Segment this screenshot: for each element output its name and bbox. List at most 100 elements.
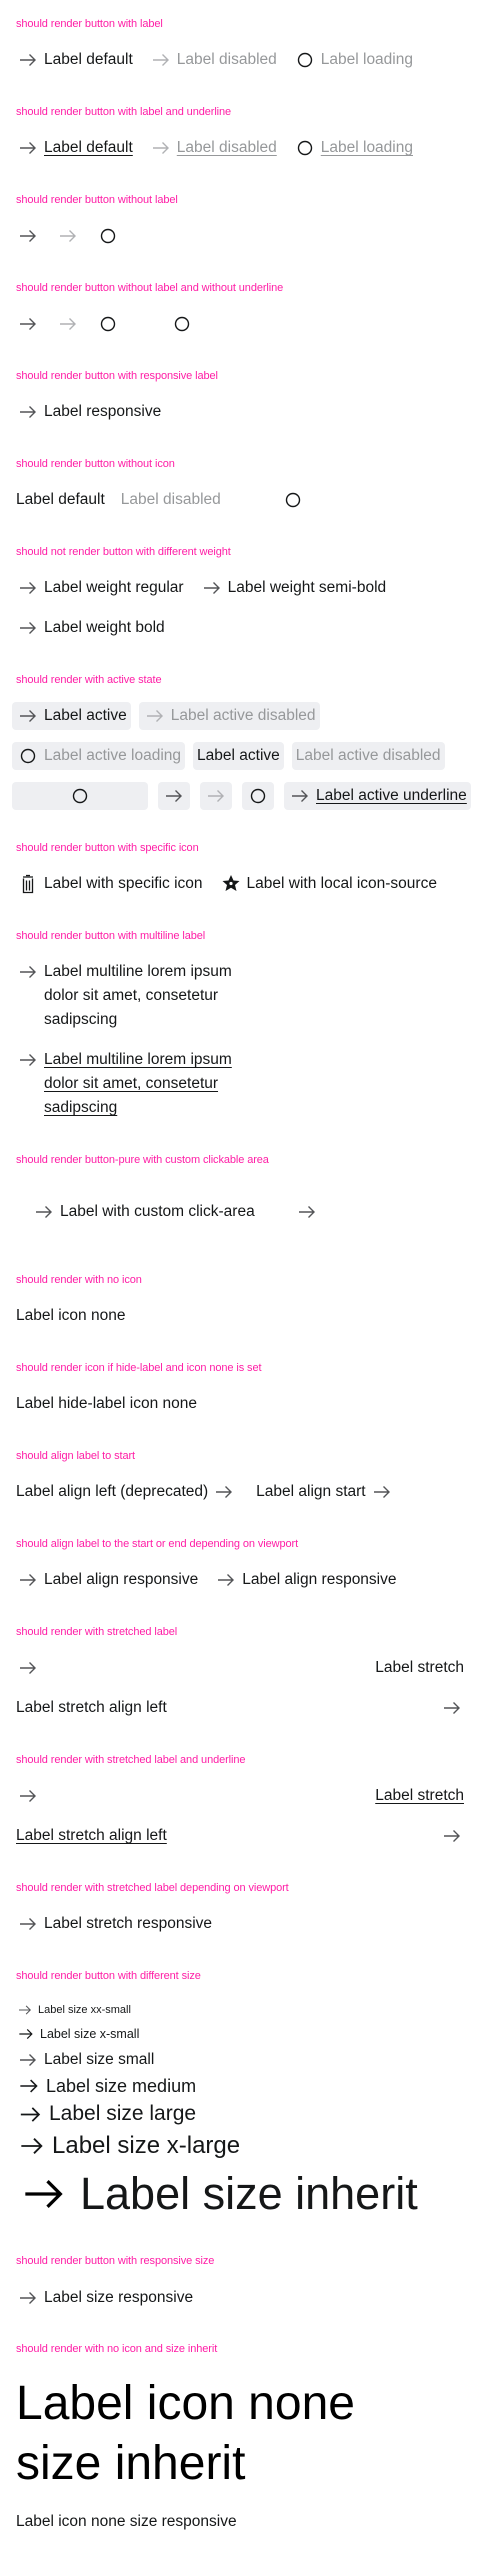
label-active-button[interactable]: Label active: [12, 702, 131, 730]
custom-click-area-icon-button[interactable]: [295, 1200, 319, 1224]
weight-bold-button[interactable]: Label weight bold: [16, 616, 165, 640]
size-xx-small-button[interactable]: Label size xx-small: [16, 2001, 131, 2019]
button-row: Label stretch align left: [16, 1824, 464, 1848]
arrow-right-icon: [200, 576, 224, 600]
size-large-button[interactable]: Label size large: [16, 2099, 196, 2129]
active-icon-button-loading[interactable]: [242, 782, 274, 810]
section-heading: should align label to start: [16, 1450, 135, 1462]
button-row: Label size xx-small: [16, 2001, 131, 2019]
size-small-button[interactable]: Label size small: [16, 2048, 154, 2072]
multiline-button[interactable]: Label multiline lorem ipsum dolor sit am…: [16, 960, 244, 1032]
section-heading: should render button with responsive lab…: [16, 370, 218, 382]
label-active-disabled-no-icon-button[interactable]: Label active disabled: [291, 742, 445, 770]
button-row: Label active underline: [12, 782, 471, 810]
icon-none-button[interactable]: Label icon none: [16, 1304, 125, 1328]
weight-semibold-button[interactable]: Label weight semi-bold: [200, 576, 387, 600]
button-label: Label multiline lorem ipsum dolor sit am…: [44, 963, 232, 1028]
button-label: Label weight bold: [44, 619, 165, 636]
align-start-button[interactable]: Label align start: [256, 1480, 393, 1504]
label-active-loading-button[interactable]: Label active loading: [12, 742, 186, 770]
active-icon-button[interactable]: [158, 782, 190, 810]
active-icon-button-disabled[interactable]: [200, 782, 232, 810]
align-left-button[interactable]: Label align left (deprecated): [16, 1480, 236, 1504]
button-label: Label icon none size responsive: [16, 2513, 237, 2530]
button-row: Label size medium: [16, 2073, 196, 2099]
stretch-align-left-underline-button[interactable]: Label stretch align left: [16, 1824, 464, 1848]
spinner-icon: [281, 488, 305, 512]
label-loading-button[interactable]: Label loading: [293, 48, 413, 72]
icon-button-disabled[interactable]: [56, 312, 80, 336]
section-heading: should align label to the start or end d…: [16, 1538, 299, 1550]
arrow-right-icon: [440, 1824, 464, 1848]
stretch-underline-button[interactable]: Label stretch: [16, 1784, 464, 1808]
button-label: Label size x-large: [52, 2132, 241, 2159]
label-disabled-underline-button[interactable]: Label disabled: [149, 136, 277, 160]
button-label: Label size x-small: [40, 2027, 140, 2041]
icon-button-loading[interactable]: [170, 312, 194, 336]
button-label: Label size inherit: [80, 2168, 418, 2219]
button-label: Label weight semi-bold: [227, 579, 387, 596]
label-disabled-button[interactable]: Label disabled: [149, 48, 277, 72]
button-label: Label weight regular: [44, 579, 184, 596]
size-x-small-button[interactable]: Label size x-small: [16, 2024, 139, 2044]
size-medium-button[interactable]: Label size medium: [16, 2073, 196, 2099]
section-heading: should render button with label and unde…: [16, 106, 232, 118]
stretch-responsive-button[interactable]: Label stretch responsive: [16, 1912, 212, 1936]
button-row: Label multiline lorem ipsum dolor sit am…: [16, 960, 244, 1032]
align-responsive-button[interactable]: Label align responsive: [214, 1568, 397, 1592]
label-active-underline-button[interactable]: Label active underline: [284, 782, 471, 810]
arrow-right-icon: [16, 1912, 40, 1936]
button-row: Label size small: [16, 2048, 154, 2072]
local-icon-button[interactable]: Label with local icon-source: [219, 872, 437, 896]
button-row: Label default Label disabled Label loadi…: [16, 48, 413, 72]
size-x-large-button[interactable]: Label size x-large: [16, 2129, 240, 2163]
align-responsive-button[interactable]: Label align responsive: [16, 1568, 198, 1592]
loading-button[interactable]: [243, 488, 343, 512]
section-heading: should render button with different size: [16, 1970, 201, 1982]
label-loading-underline-button[interactable]: Label loading: [293, 136, 413, 160]
arrow-right-icon: [370, 1480, 394, 1504]
section-heading: should render button without icon: [16, 458, 175, 470]
multiline-underline-button[interactable]: Label multiline lorem ipsum dolor sit am…: [16, 1048, 244, 1120]
button-row: Label stretch: [16, 1784, 464, 1808]
label-active-disabled-button[interactable]: Label active disabled: [138, 702, 320, 730]
label-default-underline-button[interactable]: Label default: [16, 136, 133, 160]
arrow-right-icon: [16, 224, 40, 248]
hide-label-icon-none-button[interactable]: Label hide-label icon none: [16, 1392, 197, 1416]
stretch-button[interactable]: Label stretch: [16, 1656, 464, 1680]
section-heading: should render button with multiline labe…: [16, 930, 206, 942]
button-label: Label disabled: [176, 139, 277, 156]
icon-none-size-responsive-button[interactable]: Label icon none size responsive: [16, 2510, 237, 2534]
icon-button-disabled[interactable]: [56, 224, 80, 248]
section-heading: should not render button with different …: [16, 546, 231, 558]
button-label: Label with specific icon: [44, 875, 203, 892]
specific-icon-button[interactable]: Label with specific icon: [16, 872, 203, 896]
icon-none-size-inherit-button[interactable]: Label icon none size inherit: [16, 2374, 446, 2494]
label-responsive-button[interactable]: Label responsive: [16, 400, 161, 424]
button-label: Label stretch align left: [16, 1699, 167, 1716]
icon-button-loading[interactable]: [96, 224, 120, 248]
weight-regular-button[interactable]: Label weight regular: [16, 576, 184, 600]
icon-button[interactable]: [16, 312, 40, 336]
label-disabled-button[interactable]: Label disabled: [121, 488, 221, 512]
button-row: Label stretch: [16, 1656, 464, 1680]
active-loading-button[interactable]: [12, 782, 148, 810]
size-inherit-button[interactable]: Label size inherit: [16, 2165, 418, 2223]
button-label: Label active: [44, 707, 127, 724]
label-default-button[interactable]: Label default: [16, 488, 105, 512]
arrow-right-icon: [16, 2166, 72, 2222]
icon-button[interactable]: [16, 224, 40, 248]
section-heading: should render with no icon: [16, 1274, 142, 1286]
arrow-right-icon: [143, 704, 167, 728]
arrow-right-icon: [295, 1200, 319, 1224]
label-active-no-icon-button[interactable]: Label active: [193, 742, 284, 770]
label-default-button[interactable]: Label default: [16, 48, 133, 72]
icon-button-loading[interactable]: [96, 312, 120, 336]
spinner-icon: [246, 784, 270, 808]
size-responsive-button[interactable]: Label size responsive: [16, 2286, 193, 2310]
button-row: Label active Label active disabled: [12, 702, 320, 730]
custom-click-area-button[interactable]: Label with custom click-area: [32, 1200, 255, 1224]
spinner-icon: [16, 744, 40, 768]
stretch-align-left-button[interactable]: Label stretch align left: [16, 1696, 464, 1720]
arrow-right-icon: [16, 2130, 48, 2162]
